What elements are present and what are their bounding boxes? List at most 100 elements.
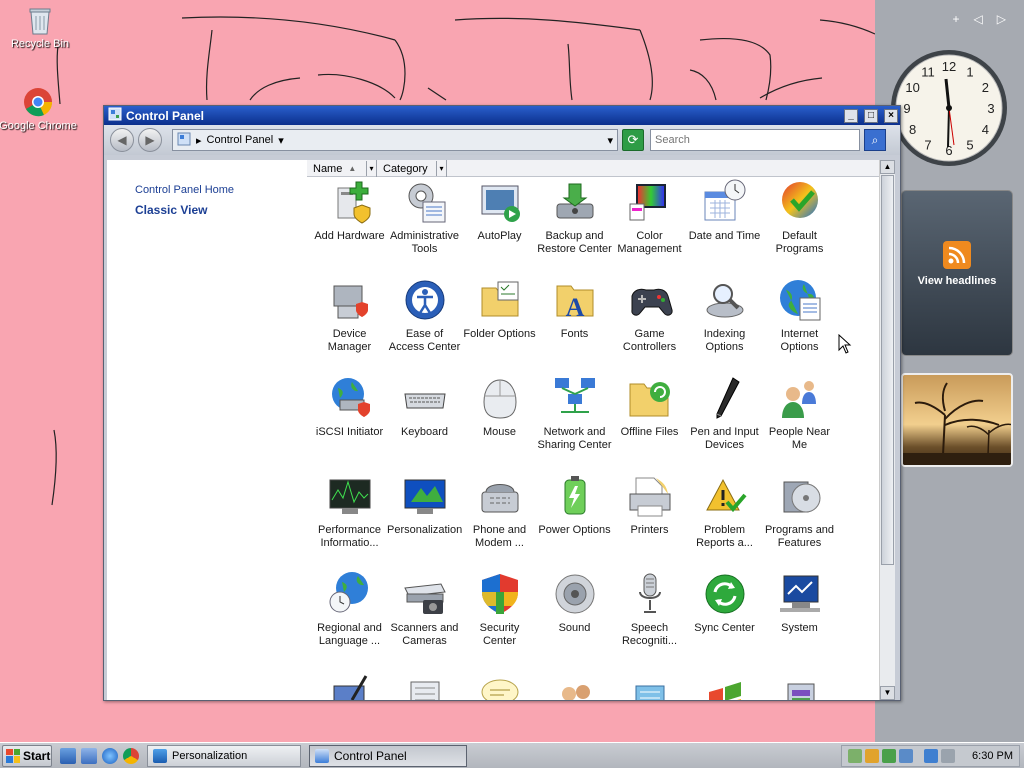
- back-button[interactable]: ◀: [110, 128, 134, 152]
- classic-view-link[interactable]: Classic View: [135, 203, 208, 217]
- tray-device-icon[interactable]: [848, 748, 863, 763]
- address-bar[interactable]: ▸ Control Panel ▾ ▾: [172, 129, 618, 151]
- next-page-button[interactable]: ▷: [997, 12, 1006, 26]
- slideshow-gadget[interactable]: [901, 373, 1013, 467]
- control-panel-icon: [177, 132, 191, 149]
- control-panel-item-label: Device Manager: [327, 328, 372, 353]
- vertical-scrollbar[interactable]: ▲ ▼: [879, 160, 895, 700]
- feed-headlines-gadget[interactable]: View headlines: [901, 190, 1013, 356]
- control-panel-item[interactable]: Security Center: [462, 570, 537, 648]
- control-panel-item[interactable]: Indexing Options: [687, 276, 762, 354]
- close-button[interactable]: ×: [884, 108, 898, 123]
- control-panel-item[interactable]: [762, 668, 837, 700]
- control-panel-item[interactable]: Device Manager: [312, 276, 387, 354]
- refresh-button[interactable]: ⟳: [622, 129, 644, 151]
- control-panel-item[interactable]: Power Options: [537, 472, 612, 537]
- taskbar-item-personalization[interactable]: Personalization: [147, 744, 301, 767]
- column-filter-dropdown[interactable]: ▾: [366, 161, 376, 176]
- scroll-up-button[interactable]: ▲: [880, 160, 895, 174]
- control-panel-item[interactable]: Date and Time: [687, 178, 762, 243]
- control-panel-item[interactable]: Scanners and Cameras: [387, 570, 462, 648]
- tree-landscape-photo: [903, 382, 1011, 465]
- control-panel-item[interactable]: People Near Me: [762, 374, 837, 452]
- control-panel-home-link[interactable]: Control Panel Home: [135, 184, 234, 196]
- column-filter-dropdown[interactable]: ▾: [436, 161, 446, 176]
- scroll-thumb[interactable]: [881, 175, 894, 565]
- add-gadget-button[interactable]: +: [953, 12, 960, 26]
- content-area: Control Panel Home Classic View Name ▲ ▾…: [107, 160, 895, 700]
- control-panel-item[interactable]: Performance Informatio...: [312, 472, 387, 550]
- control-panel-item[interactable]: Administrative Tools: [387, 178, 462, 256]
- show-desktop-icon[interactable]: [60, 747, 76, 764]
- control-panel-item[interactable]: [387, 668, 462, 700]
- desktop-icon-google-chrome[interactable]: Google Chrome: [0, 86, 78, 132]
- breadcrumb-dropdown[interactable]: ▾: [278, 134, 284, 147]
- minimize-button[interactable]: _: [844, 108, 858, 123]
- forward-button[interactable]: ▶: [138, 128, 162, 152]
- control-panel-item[interactable]: Color Management: [612, 178, 687, 256]
- control-panel-item[interactable]: Programs and Features: [762, 472, 837, 550]
- control-panel-item[interactable]: Sync Center: [687, 570, 762, 635]
- search-button[interactable]: ⌕: [864, 129, 886, 151]
- control-panel-item[interactable]: [537, 668, 612, 700]
- control-panel-item[interactable]: Default Programs: [762, 178, 837, 256]
- clock-gadget[interactable]: 12 1 2 3 4 5 6 7 8 9 10 11: [888, 47, 1010, 172]
- problem-reports-icon: [701, 472, 749, 520]
- chrome-icon[interactable]: [123, 747, 139, 764]
- breadcrumb-separator[interactable]: ▸: [196, 134, 202, 147]
- control-panel-item[interactable]: [612, 668, 687, 700]
- add-hardware-icon: [326, 178, 374, 226]
- control-panel-item-label: Administrative Tools: [389, 230, 460, 255]
- control-panel-item[interactable]: AutoPlay: [462, 178, 537, 243]
- text-to-speech-icon: [476, 668, 524, 700]
- control-panel-item-label: Ease of Access Center: [388, 328, 461, 353]
- previous-page-button[interactable]: ◁: [974, 12, 983, 26]
- search-input[interactable]: [650, 129, 860, 151]
- control-panel-item[interactable]: iSCSI Initiator: [312, 374, 387, 439]
- tray-safely-remove-icon[interactable]: [882, 748, 897, 763]
- title-bar[interactable]: Control Panel _ □ ×: [104, 106, 900, 125]
- control-panel-item[interactable]: Internet Options: [762, 276, 837, 354]
- desktop-icon-recycle-bin[interactable]: Recycle Bin: [0, 4, 80, 50]
- control-panel-item[interactable]: Backup and Restore Center: [537, 178, 612, 256]
- start-button[interactable]: Start: [2, 744, 52, 767]
- address-history-dropdown[interactable]: ▾: [607, 134, 613, 147]
- control-panel-item[interactable]: Folder Options: [462, 276, 537, 341]
- column-header-name[interactable]: Name ▲ ▾: [307, 160, 377, 177]
- control-panel-item[interactable]: Printers: [612, 472, 687, 537]
- control-panel-item-label: Add Hardware: [314, 230, 385, 242]
- control-panel-item[interactable]: [312, 668, 387, 700]
- control-panel-item[interactable]: Network and Sharing Center: [537, 374, 612, 452]
- control-panel-item[interactable]: Personalization: [387, 472, 462, 537]
- control-panel-item[interactable]: Pen and Input Devices: [687, 374, 762, 452]
- column-header-category[interactable]: Category ▾: [377, 160, 447, 177]
- internet-explorer-icon[interactable]: [102, 747, 118, 764]
- control-panel-item[interactable]: Keyboard: [387, 374, 462, 439]
- volume-muted-icon[interactable]: [941, 748, 956, 763]
- control-panel-item[interactable]: Problem Reports a...: [687, 472, 762, 550]
- scroll-down-button[interactable]: ▼: [880, 686, 895, 700]
- taskbar-item-control-panel[interactable]: Control Panel: [309, 744, 467, 767]
- control-panel-item-label: Indexing Options: [703, 328, 746, 353]
- tray-update-icon[interactable]: [899, 748, 914, 763]
- switch-windows-icon[interactable]: [81, 747, 97, 764]
- control-panel-item[interactable]: [462, 668, 537, 700]
- control-panel-item[interactable]: Sound: [537, 570, 612, 635]
- control-panel-item[interactable]: Add Hardware: [312, 178, 387, 243]
- taskbar-clock[interactable]: 6:30 PM: [972, 750, 1013, 762]
- control-panel-item[interactable]: Offline Files: [612, 374, 687, 439]
- control-panel-item[interactable]: Regional and Language ...: [312, 570, 387, 648]
- clock-minute-hand: [947, 107, 950, 148]
- control-panel-item[interactable]: [687, 668, 762, 700]
- control-panel-item[interactable]: Speech Recogniti...: [612, 570, 687, 648]
- tray-security-icon[interactable]: [865, 748, 880, 763]
- control-panel-item[interactable]: Game Controllers: [612, 276, 687, 354]
- control-panel-item[interactable]: Mouse: [462, 374, 537, 439]
- control-panel-item[interactable]: Ease of Access Center: [387, 276, 462, 354]
- control-panel-item[interactable]: System: [762, 570, 837, 635]
- maximize-button[interactable]: □: [864, 108, 878, 123]
- control-panel-item[interactable]: A Fonts: [537, 276, 612, 341]
- network-icon[interactable]: [924, 748, 939, 763]
- breadcrumb-control-panel[interactable]: Control Panel: [207, 134, 274, 146]
- control-panel-item[interactable]: Phone and Modem ...: [462, 472, 537, 550]
